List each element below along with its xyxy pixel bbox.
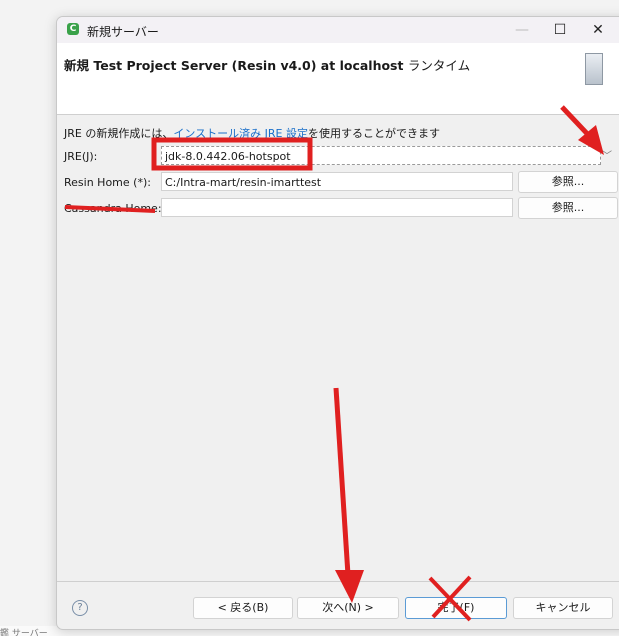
window-title: 新規サーバー bbox=[87, 25, 159, 39]
next-button[interactable]: 次へ(N) > bbox=[297, 597, 399, 619]
finish-button[interactable]: 完了(F) bbox=[405, 597, 507, 619]
cassandra-browse-button[interactable]: 参照... bbox=[518, 197, 618, 219]
title-bar: C 新規サーバー — ☐ ✕ bbox=[57, 17, 619, 43]
cassandra-home-label: Cassandra Home: bbox=[64, 202, 162, 215]
page-title: 新規 Test Project Server (Resin v4.0) at l… bbox=[64, 58, 471, 73]
jre-combo[interactable]: jdk-8.0.442.06-hotspot bbox=[161, 146, 601, 165]
close-icon[interactable]: ✕ bbox=[583, 19, 613, 41]
jre-info-text: JRE の新規作成には、インストール済み JRE 設定を使用することができます bbox=[64, 127, 440, 140]
resin-home-label: Resin Home (*): bbox=[64, 176, 151, 189]
server-icon bbox=[585, 53, 603, 85]
cancel-button[interactable]: キャンセル bbox=[513, 597, 613, 619]
cassandra-home-input[interactable] bbox=[161, 198, 513, 217]
chevron-down-icon[interactable]: ﹀ bbox=[602, 147, 612, 162]
back-button[interactable]: < 戻る(B) bbox=[193, 597, 293, 619]
new-server-dialog: C 新規サーバー — ☐ ✕ 新規 Test Project Server (R… bbox=[56, 16, 619, 630]
button-bar-divider bbox=[57, 581, 619, 582]
resin-home-input[interactable]: C:/Intra-mart/resin-imarttest bbox=[161, 172, 513, 191]
jre-label: JRE(J): bbox=[64, 150, 98, 163]
minimize-icon[interactable]: — bbox=[507, 19, 537, 41]
maximize-icon[interactable]: ☐ bbox=[545, 19, 575, 41]
help-icon[interactable]: ? bbox=[72, 600, 88, 616]
wizard-header: 新規 Test Project Server (Resin v4.0) at l… bbox=[57, 43, 619, 115]
resin-browse-button[interactable]: 参照... bbox=[518, 171, 618, 193]
eclipse-app-icon: C bbox=[67, 23, 79, 35]
installed-jre-link[interactable]: インストール済み JRE 設定 bbox=[173, 127, 308, 140]
